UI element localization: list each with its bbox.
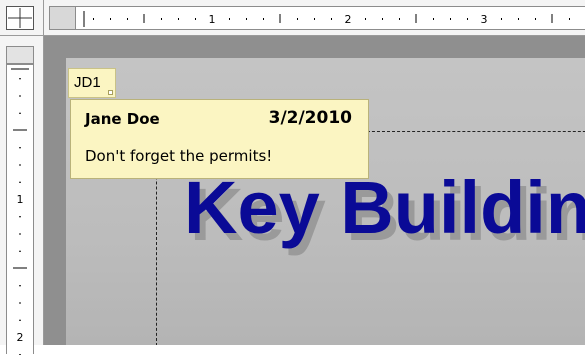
- vertical-ruler-strip: 12: [6, 64, 34, 355]
- vertical-ruler-label: 1: [17, 193, 24, 206]
- horizontal-ruler-label: 2: [345, 13, 352, 26]
- comment-author: Jane Doe: [85, 110, 160, 128]
- horizontal-ruler-minor-tick: [365, 18, 366, 20]
- vertical-ruler-margin: [6, 46, 34, 64]
- vertical-ruler-minor-tick: [19, 233, 21, 235]
- horizontal-ruler-strip: 1 2 3: [49, 6, 585, 30]
- horizontal-ruler-minor-tick: [433, 18, 434, 20]
- horizontal-ruler[interactable]: 1 2 3: [44, 0, 585, 36]
- comment-date: 3/2/2010: [268, 108, 352, 128]
- horizontal-ruler-minor-tick: [331, 18, 332, 20]
- horizontal-ruler-minor-tick: [535, 18, 536, 20]
- horizontal-ruler-minor-tick: [246, 18, 247, 20]
- horizontal-ruler-minor-tick: [195, 18, 196, 20]
- horizontal-ruler-minor-tick: [93, 18, 94, 20]
- horizontal-ruler-ticks: 1 2 3: [83, 11, 570, 27]
- ruler-corner: [0, 0, 44, 36]
- vertical-ruler-minor-tick: [19, 147, 21, 149]
- vertical-ruler-minor-tick: [19, 250, 21, 252]
- horizontal-ruler-minor-tick: [501, 18, 502, 20]
- vertical-ruler-minor-tick: [19, 302, 21, 304]
- slide-title[interactable]: Key Buildin: [184, 168, 585, 248]
- horizontal-ruler-label: 3: [481, 13, 488, 26]
- vertical-ruler[interactable]: 12: [0, 36, 44, 355]
- horizontal-ruler-label: 1: [209, 13, 216, 26]
- vertical-ruler-minor-tick: [19, 181, 21, 183]
- horizontal-ruler-minor-tick: [263, 18, 264, 20]
- vertical-ruler-minor-tick: [19, 319, 21, 321]
- horizontal-ruler-minor-tick: [229, 18, 230, 20]
- horizontal-ruler-minor-tick: [518, 18, 519, 20]
- comment-popup[interactable]: Jane Doe 3/2/2010 Don't forget the permi…: [70, 99, 369, 179]
- vertical-ruler-minor-tick: [19, 78, 21, 80]
- horizontal-ruler-minor-tick: [569, 18, 570, 20]
- vertical-ruler-minor-tick: [19, 164, 21, 166]
- horizontal-ruler-minor-tick: [314, 18, 315, 20]
- vertical-ruler-minor-tick: [19, 112, 21, 114]
- horizontal-ruler-minor-tick: [110, 18, 111, 20]
- vertical-ruler-label: 2: [17, 331, 24, 344]
- vertical-ruler-minor-tick: [19, 216, 21, 218]
- vertical-ruler-minor-tick: [19, 285, 21, 287]
- horizontal-ruler-minor-tick: [399, 18, 400, 20]
- horizontal-ruler-minor-tick: [178, 18, 179, 20]
- comment-marker[interactable]: JD1: [68, 68, 116, 98]
- horizontal-ruler-minor-tick: [467, 18, 468, 20]
- horizontal-ruler-minor-tick: [297, 18, 298, 20]
- horizontal-ruler-minor-tick: [382, 18, 383, 20]
- comment-text: Don't forget the permits!: [85, 147, 273, 165]
- horizontal-ruler-minor-tick: [450, 18, 451, 20]
- comment-initials: JD1: [74, 74, 101, 91]
- horizontal-ruler-minor-tick: [161, 18, 162, 20]
- tab-selector-icon[interactable]: [6, 6, 34, 30]
- slide-workspace: Key Buildin Key Buildin JD1 Jane Doe 3/2…: [44, 36, 585, 345]
- vertical-ruler-ticks: 12: [11, 68, 29, 355]
- comment-resize-handle-icon: [108, 90, 113, 95]
- horizontal-ruler-minor-tick: [127, 18, 128, 20]
- vertical-ruler-minor-tick: [19, 95, 21, 97]
